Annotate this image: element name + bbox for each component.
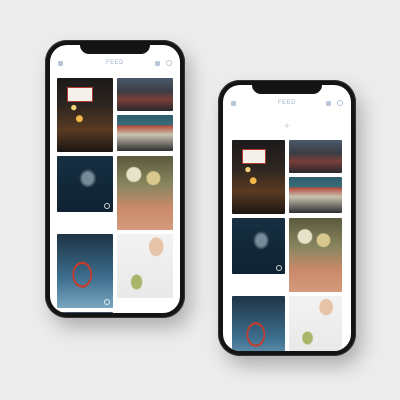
notification-icon[interactable] [155, 60, 160, 66]
photo-incense-flowers[interactable] [117, 156, 173, 230]
photo-incense-flowers[interactable] [289, 218, 342, 292]
photo-night-market-sign[interactable] [57, 78, 113, 152]
photo-column-right-top [117, 78, 173, 152]
top-bar-actions [326, 100, 343, 106]
photo-storefront[interactable] [117, 115, 173, 151]
photo-street-scene[interactable] [289, 140, 342, 173]
search-icon[interactable] [337, 100, 343, 106]
notification-icon[interactable] [326, 100, 331, 106]
left-photo-grid [57, 78, 173, 313]
view-icon [276, 265, 282, 271]
photo-basketball-hoop[interactable] [232, 296, 285, 351]
photo-night-market-sign[interactable] [232, 140, 285, 214]
camera-icon[interactable] [231, 100, 236, 106]
red-sign [67, 86, 93, 103]
phone-notch [80, 45, 150, 54]
view-icon [104, 299, 110, 305]
view-icon [104, 203, 110, 209]
add-icon[interactable]: + [284, 121, 289, 131]
photo-partial[interactable] [57, 312, 113, 313]
phone-notch [252, 85, 322, 94]
right-photo-grid [232, 140, 342, 351]
photo-smoke-lamp[interactable] [57, 156, 113, 212]
camera-icon[interactable] [58, 60, 63, 66]
feed-title: FEED [105, 60, 125, 66]
photo-street-scene[interactable] [117, 78, 173, 111]
photo-hand-with-plant[interactable] [289, 296, 342, 351]
photo-smoke-lamp[interactable] [232, 218, 285, 274]
photo-basketball-hoop[interactable] [57, 234, 113, 308]
top-bar-actions [155, 60, 172, 66]
feed-title: FEED [277, 100, 297, 106]
search-icon[interactable] [166, 60, 172, 66]
photo-storefront[interactable] [289, 177, 342, 213]
red-sign [241, 148, 266, 165]
left-top-bar: FEED [50, 55, 180, 71]
photo-column-right-top [289, 140, 342, 214]
left-phone-frame: FEED [45, 40, 185, 318]
right-top-bar: FEED [223, 95, 351, 111]
photo-hand-with-plant[interactable] [117, 234, 173, 298]
right-phone-screen: FEED + [223, 85, 351, 351]
right-phone-frame: FEED + [218, 80, 356, 356]
left-phone-screen: FEED [50, 45, 180, 313]
